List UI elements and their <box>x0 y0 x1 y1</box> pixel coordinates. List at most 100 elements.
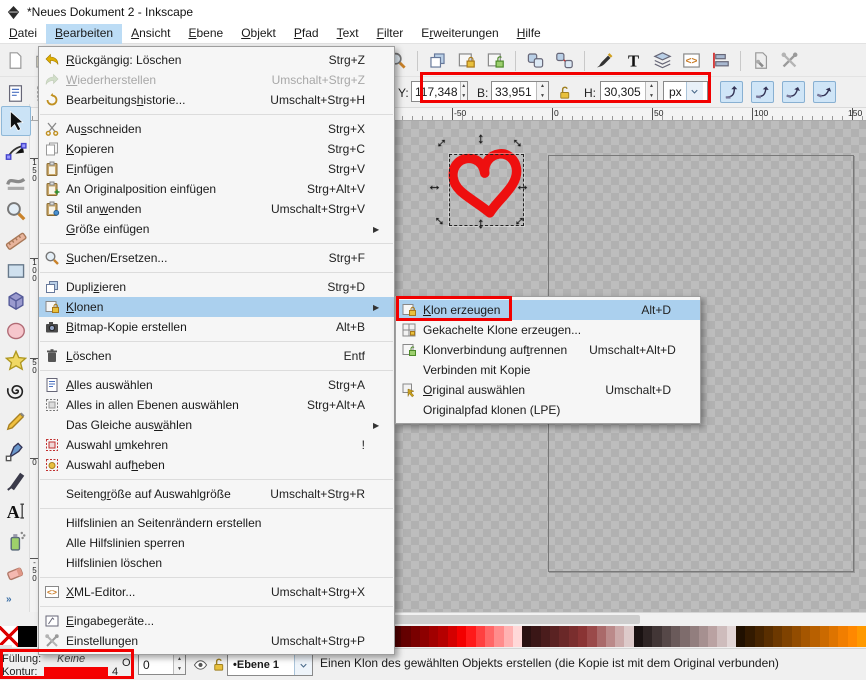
edit-menu-item-edit-history[interactable]: Bearbeitungshistorie... Umschalt+Strg+H <box>39 90 394 110</box>
palette-swatch[interactable] <box>847 626 857 647</box>
edit-menu-item-lock-all-guides[interactable]: Alle Hilfslinien sperren <box>39 533 394 553</box>
menubar-item-ansicht[interactable]: Ansicht <box>122 24 179 44</box>
palette-swatch[interactable] <box>819 626 829 647</box>
box3d-tool-button[interactable] <box>1 286 31 316</box>
toolbox-overflow-chevron-icon[interactable]: » <box>6 594 12 605</box>
height-spinner[interactable]: ▲ ▼ <box>645 82 657 101</box>
edit-menu-item-deselect[interactable]: Auswahl aufheben <box>39 455 394 475</box>
edit-menu-item-fit-page-to-selection[interactable]: Seitengröße auf Auswahlgröße Umschalt+St… <box>39 484 394 504</box>
clone-submenu-item-relink-to-copy[interactable]: Verbinden mit Kopie <box>396 360 700 380</box>
palette-swatch[interactable] <box>773 626 783 647</box>
edit-menu-item-redo[interactable]: Wiederherstellen Umschalt+Strg+Z <box>39 70 394 90</box>
y-field[interactable]: 117,348 ▲ ▼ <box>411 81 468 102</box>
palette-swatch[interactable] <box>615 626 625 647</box>
menubar-item-objekt[interactable]: Objekt <box>232 24 285 44</box>
palette-swatch-none[interactable] <box>0 626 19 647</box>
ellipse-tool-button[interactable] <box>1 316 31 346</box>
edit-menu-item-delete[interactable]: Löschen Entf <box>39 346 394 366</box>
eraser-tool-button[interactable] <box>1 556 31 586</box>
y-value[interactable]: 117,348 <box>412 82 460 101</box>
palette-swatch[interactable] <box>838 626 848 647</box>
edit-menu-item-paste-in-place[interactable]: An Originalposition einfügen Strg+Alt+V <box>39 179 394 199</box>
palette-swatch[interactable] <box>745 626 755 647</box>
edit-menu-item-clone[interactable]: Klonen ▶ <box>39 297 394 317</box>
menubar-item-bearbeiten[interactable]: Bearbeiten <box>46 24 123 44</box>
edit-menu-item-paste-size[interactable]: Größe einfügen ▶ <box>39 219 394 239</box>
scale-handle-e[interactable]: ↔ <box>515 178 530 193</box>
edit-menu-item-guides-around-page[interactable]: Hilfslinien an Seitenrändern erstellen <box>39 513 394 533</box>
layer-visibility-eye-icon[interactable] <box>193 657 208 672</box>
palette-swatch[interactable] <box>670 626 681 647</box>
zoom-tool-button[interactable] <box>1 196 31 226</box>
palette-swatch[interactable] <box>401 626 411 647</box>
palette-swatch[interactable] <box>494 626 504 647</box>
scale-patterns-toggle[interactable] <box>813 81 836 103</box>
opacity-value[interactable]: 0 <box>139 655 173 674</box>
edit-menu-item-bitmap-copy[interactable]: Bitmap-Kopie erstellen Alt+B <box>39 317 394 337</box>
palette-swatch[interactable] <box>633 626 644 647</box>
palette-swatch[interactable] <box>605 626 616 647</box>
palette-swatch[interactable] <box>810 626 820 647</box>
y-spinner[interactable]: ▲ ▼ <box>459 82 467 101</box>
edit-menu-item-xml-editor[interactable]: XML-Editor... Umschalt+Strg+X <box>39 582 394 602</box>
palette-swatch[interactable] <box>624 626 634 647</box>
spiral-tool-button[interactable] <box>1 376 31 406</box>
stroke-color-swatch[interactable] <box>44 667 108 678</box>
create-clone-button[interactable] <box>453 47 480 74</box>
document-properties-button[interactable] <box>747 47 774 74</box>
edit-menu-item-find-replace[interactable]: Suchen/Ersetzen... Strg+F <box>39 248 394 268</box>
palette-swatch-black[interactable] <box>18 626 37 647</box>
edit-menu-item-input-devices[interactable]: Eingabegeräte... <box>39 611 394 631</box>
star-tool-button[interactable] <box>1 346 31 376</box>
calligraphy-tool-button[interactable] <box>1 466 31 496</box>
palette-swatch[interactable] <box>587 626 597 647</box>
layers-dialog-button[interactable] <box>649 47 676 74</box>
palette-swatch[interactable] <box>708 626 718 647</box>
preferences-button[interactable] <box>776 47 803 74</box>
bezier-tool-button[interactable] <box>1 436 31 466</box>
palette-swatch[interactable] <box>754 626 764 647</box>
stroke-width-value[interactable]: 4 <box>112 666 118 678</box>
clone-submenu-item-unlink-clone[interactable]: Klonverbindung auftrennen Umschalt+Alt+D <box>396 340 700 360</box>
scale-stroke-toggle[interactable] <box>720 81 743 103</box>
new-document-button[interactable] <box>2 47 29 74</box>
palette-swatch[interactable] <box>680 626 690 647</box>
palette-swatch[interactable] <box>484 626 495 647</box>
menubar-item-hilfe[interactable]: Hilfe <box>508 24 550 44</box>
palette-swatch[interactable] <box>503 626 513 647</box>
palette-swatch[interactable] <box>689 626 699 647</box>
palette-swatch[interactable] <box>522 626 532 647</box>
palette-swatch[interactable] <box>698 626 709 647</box>
scale-corners-toggle[interactable] <box>751 81 774 103</box>
edit-menu-item-undo[interactable]: Rückgängig: Löschen Strg+Z <box>39 50 394 70</box>
menubar-item-ebene[interactable]: Ebene <box>179 24 232 44</box>
palette-swatch[interactable] <box>791 626 802 647</box>
palette-swatch[interactable] <box>801 626 811 647</box>
height-field[interactable]: 30,305 ▲ ▼ <box>600 81 658 102</box>
group-button[interactable] <box>522 47 549 74</box>
xml-editor-button[interactable] <box>678 47 705 74</box>
edit-menu-item-delete-all-guides[interactable]: Hilfslinien löschen <box>39 553 394 573</box>
clone-submenu-item-create-clone[interactable]: Klon erzeugen Alt+D <box>396 300 700 320</box>
palette-swatch[interactable] <box>717 626 727 647</box>
edit-menu-item-copy[interactable]: Kopieren Strg+C <box>39 139 394 159</box>
menubar-item-datei[interactable]: Datei <box>0 24 46 44</box>
clone-submenu-item-clone-original-path[interactable]: Originalpfad klonen (LPE) <box>396 400 700 420</box>
palette-swatch[interactable] <box>652 626 662 647</box>
lock-ratio-icon[interactable] <box>557 85 572 100</box>
duplicate-button[interactable] <box>424 47 451 74</box>
palette-swatch[interactable] <box>512 626 523 647</box>
palette-swatch[interactable] <box>410 626 420 647</box>
edit-menu-item-duplicate[interactable]: Duplizieren Strg+D <box>39 277 394 297</box>
palette-swatch[interactable] <box>782 626 792 647</box>
scale-gradients-toggle[interactable] <box>782 81 805 103</box>
menubar-item-pfad[interactable]: Pfad <box>285 24 328 44</box>
edit-menu-item-select-all-layers[interactable]: Alles in allen Ebenen auswählen Strg+Alt… <box>39 395 394 415</box>
palette-swatch[interactable] <box>429 626 439 647</box>
unlink-clone-button[interactable] <box>482 47 509 74</box>
layer-lock-icon[interactable] <box>211 657 226 672</box>
palette-swatch[interactable] <box>726 626 736 647</box>
palette-swatch[interactable] <box>577 626 588 647</box>
edit-menu-item-select-same[interactable]: Das Gleiche auswählen ▶ <box>39 415 394 435</box>
palette-swatch[interactable] <box>661 626 671 647</box>
